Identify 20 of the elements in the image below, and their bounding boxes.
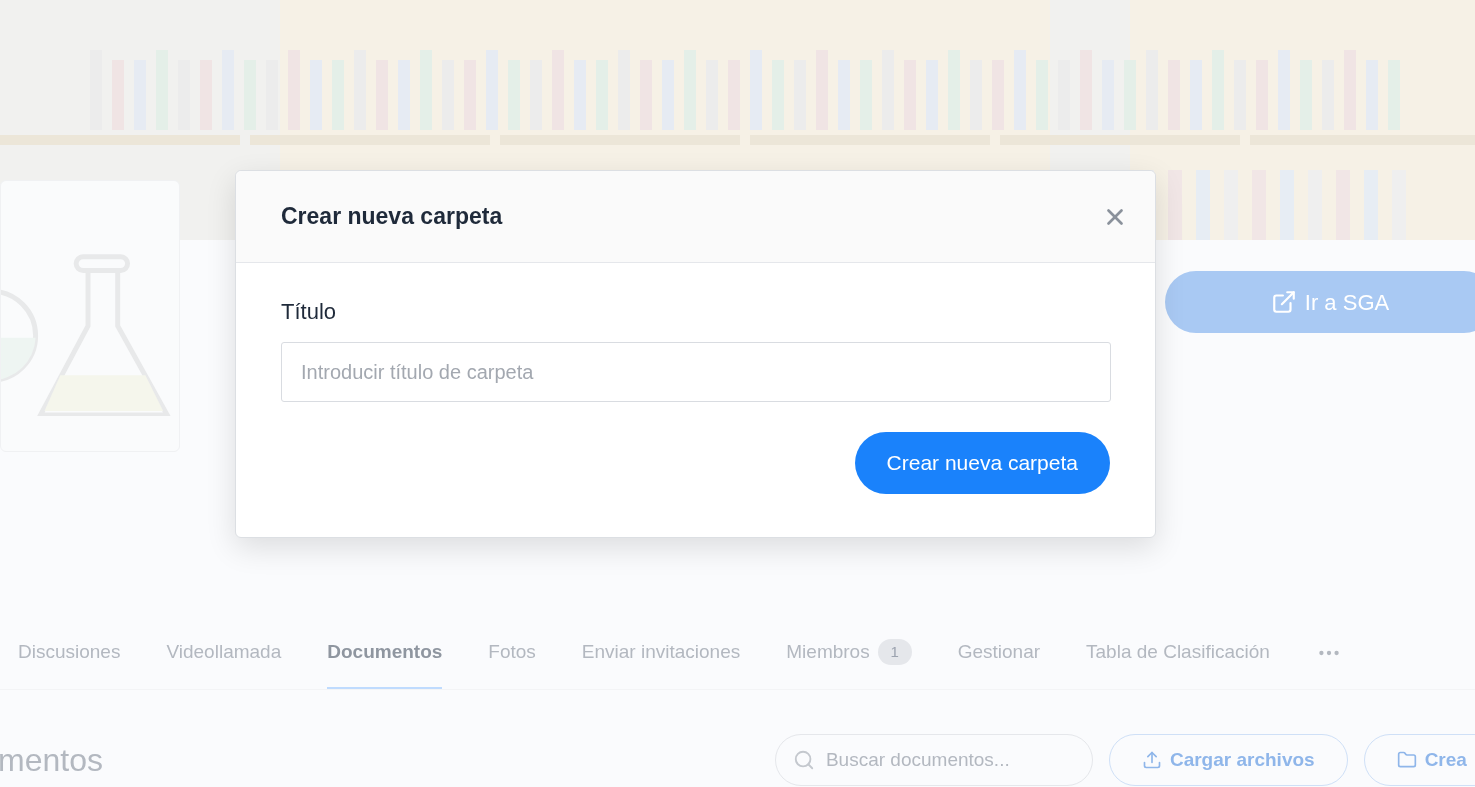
external-link-icon xyxy=(1270,289,1297,315)
folder-icon xyxy=(1396,750,1417,770)
nav-tab[interactable]: Tabla de Clasificación xyxy=(1086,617,1270,689)
title-input-field[interactable]: Introducir título de carpeta xyxy=(281,342,1111,402)
nav-tab[interactable]: Miembros 1 xyxy=(786,617,912,689)
nav-tab[interactable]: Gestionar xyxy=(957,617,1041,689)
section-heading: mentos xyxy=(0,741,103,780)
count-badge: 1 xyxy=(877,639,912,665)
dialog-title: Crear nueva carpeta xyxy=(281,202,503,232)
upload-icon xyxy=(1141,750,1162,770)
nav-tab[interactable]: Discusiones xyxy=(18,617,121,689)
nav-tab[interactable]: Enviar invitaciones xyxy=(581,617,741,689)
nav-tab[interactable]: Fotos xyxy=(488,617,536,689)
search-field[interactable]: Buscar documentos... xyxy=(774,734,1093,786)
open-external-button[interactable]: Ir a SGA xyxy=(1165,271,1475,333)
create-folder-submit-button[interactable]: Crear nueva carpeta xyxy=(854,432,1110,494)
field-label: Título xyxy=(281,298,338,326)
nav-tab[interactable]: Videollamada xyxy=(166,617,282,689)
nav-tab[interactable]: Documentos xyxy=(327,617,443,689)
search-icon xyxy=(792,749,815,771)
